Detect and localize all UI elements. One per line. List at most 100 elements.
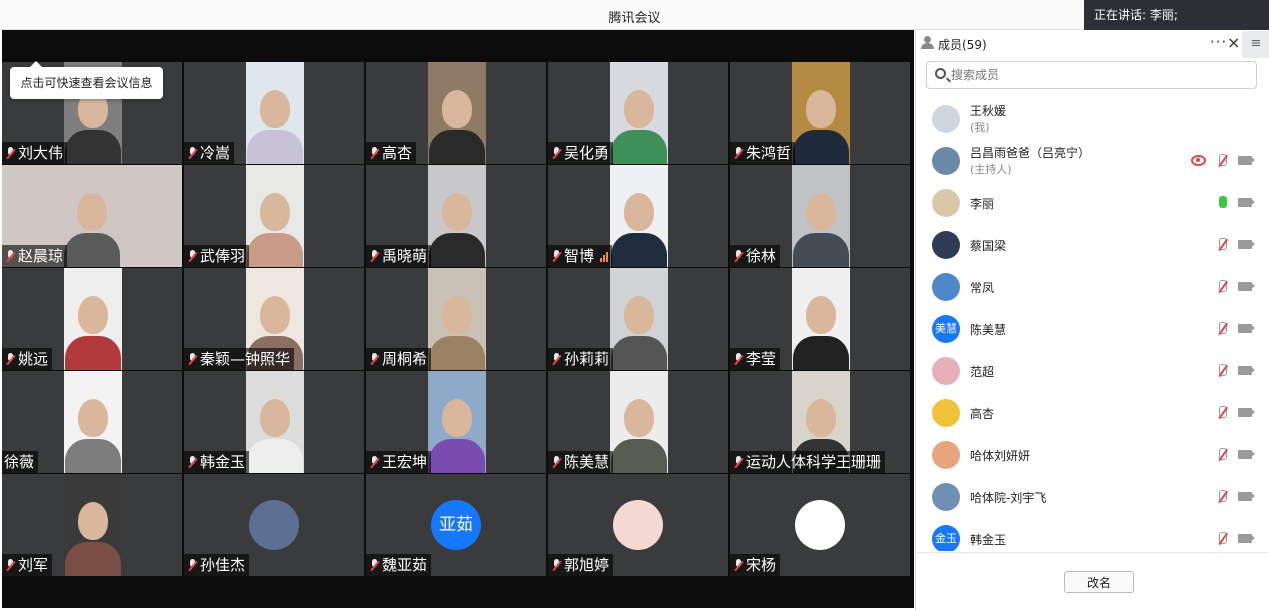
video-tile[interactable]: 亚茹 魏亚茹 <box>366 474 546 576</box>
video-tile[interactable]: 武俸羽 <box>184 165 364 267</box>
participant-name-label: 王宏坤 <box>366 451 432 473</box>
video-feed <box>792 165 850 267</box>
video-tile[interactable]: 王宏坤 <box>366 371 546 473</box>
avatar <box>249 500 299 550</box>
video-feed <box>246 62 304 164</box>
rename-button[interactable]: 改名 <box>1064 571 1134 593</box>
participant-face <box>806 193 836 231</box>
participant-name-label: 智博 <box>548 245 613 267</box>
video-tile[interactable]: 刘军 <box>2 474 182 576</box>
participant-face <box>78 296 108 334</box>
video-tile[interactable]: 孙莉莉 <box>548 268 728 370</box>
member-avatar <box>932 441 960 469</box>
member-name: 王秋媛 <box>970 104 1007 118</box>
video-tile[interactable]: 吴化勇 <box>548 62 728 164</box>
member-row[interactable]: 常凤 <box>916 266 1268 308</box>
video-tile[interactable]: 周桐希 <box>366 268 546 370</box>
member-row[interactable]: 范超 <box>916 350 1268 392</box>
video-feed <box>610 165 668 267</box>
camera-off-icon[interactable] <box>1238 492 1252 501</box>
mic-muted-icon[interactable] <box>1216 405 1228 421</box>
search-icon <box>935 68 946 79</box>
member-row[interactable]: 高杏 <box>916 392 1268 434</box>
mic-muted-icon <box>368 146 380 160</box>
camera-off-icon[interactable] <box>1238 366 1252 375</box>
participant-name-label: 武俸羽 <box>184 245 250 267</box>
video-tile[interactable]: 秦颖—钟照华 <box>184 268 364 370</box>
mic-muted-icon <box>732 558 744 572</box>
mic-muted-icon[interactable] <box>1216 237 1228 253</box>
meeting-info-tooltip[interactable]: 点击可快速查看会议信息 <box>10 61 163 99</box>
member-name: 常凤 <box>970 281 995 295</box>
member-row[interactable]: 蔡国梁 <box>916 224 1268 266</box>
member-row[interactable]: 王秋媛 (我) <box>916 98 1268 140</box>
video-tile[interactable]: 韩金玉 <box>184 371 364 473</box>
member-row[interactable]: 哈体院-刘宇飞 <box>916 476 1268 518</box>
video-tile[interactable]: 宋杨 <box>730 474 910 576</box>
mic-muted-icon <box>4 146 16 160</box>
camera-off-icon[interactable] <box>1238 324 1252 333</box>
video-tile[interactable]: 赵晨琼 <box>2 165 182 267</box>
close-icon[interactable]: × <box>1227 33 1240 52</box>
video-tile[interactable]: 徐薇 <box>2 371 182 473</box>
member-avatar <box>932 273 960 301</box>
video-tile[interactable]: 徐林 <box>730 165 910 267</box>
camera-off-icon[interactable] <box>1238 240 1252 249</box>
member-row[interactable]: 金玉 韩金玉 <box>916 518 1268 551</box>
camera-off-icon[interactable] <box>1238 534 1252 543</box>
video-tile[interactable]: 运动人体科学王珊珊 <box>730 371 910 473</box>
mic-muted-icon[interactable] <box>1216 279 1228 295</box>
member-row[interactable]: 美慧 陈美慧 <box>916 308 1268 350</box>
camera-off-icon[interactable] <box>1238 282 1252 291</box>
mic-muted-icon[interactable] <box>1216 363 1228 379</box>
member-row[interactable]: 吕昌雨爸爸（吕亮宁） (主持人) <box>916 140 1268 182</box>
member-avatar <box>932 189 960 217</box>
participant-silhouette <box>611 336 667 370</box>
mic-muted-icon <box>368 249 380 263</box>
video-tile[interactable]: 禹晓萌 <box>366 165 546 267</box>
participant-name: 吴化勇 <box>564 144 610 162</box>
participant-silhouette <box>793 336 849 370</box>
participant-silhouette <box>611 439 667 473</box>
camera-off-icon[interactable] <box>1238 408 1252 417</box>
search-box[interactable] <box>926 61 1257 89</box>
participant-name-label: 郭旭婷 <box>548 554 614 576</box>
participant-name: 禹晓萌 <box>382 247 428 265</box>
participant-silhouette <box>65 336 121 370</box>
member-row[interactable]: 李丽 <box>916 182 1268 224</box>
members-icon <box>921 36 934 49</box>
participant-name-label: 冷嵩 <box>184 142 235 164</box>
search-members-input[interactable] <box>951 66 1241 84</box>
video-tile[interactable]: 陈美慧 <box>548 371 728 473</box>
video-tile[interactable]: 郭旭婷 <box>548 474 728 576</box>
participant-silhouette <box>429 439 485 473</box>
video-tile[interactable]: 智博 <box>548 165 728 267</box>
member-role: (我) <box>970 121 990 134</box>
video-tile[interactable]: 孙佳杰 <box>184 474 364 576</box>
video-tile[interactable]: 朱鸿哲 <box>730 62 910 164</box>
title-bar: 腾讯会议 正在讲话: 李丽; <box>0 0 1269 30</box>
mic-muted-icon[interactable] <box>1216 153 1228 169</box>
menu-icon[interactable]: ≡ <box>1242 31 1269 58</box>
mic-muted-icon <box>4 249 16 263</box>
mic-muted-icon[interactable] <box>1216 531 1228 547</box>
camera-off-icon[interactable] <box>1238 156 1252 165</box>
eye-icon[interactable] <box>1191 155 1206 166</box>
member-avatar <box>932 231 960 259</box>
mic-muted-icon[interactable] <box>1216 321 1228 337</box>
mic-on-icon[interactable] <box>1216 195 1228 211</box>
camera-off-icon[interactable] <box>1238 450 1252 459</box>
participant-face <box>624 193 654 231</box>
video-tile[interactable]: 李莹 <box>730 268 910 370</box>
video-feed <box>428 371 486 473</box>
mic-muted-icon[interactable] <box>1216 447 1228 463</box>
member-row[interactable]: 哈体刘妍妍 <box>916 434 1268 476</box>
mic-muted-icon[interactable] <box>1216 489 1228 505</box>
speaking-indicator: 正在讲话: 李丽; <box>1084 0 1269 30</box>
video-tile[interactable]: 姚远 <box>2 268 182 370</box>
more-options-icon[interactable]: ··· <box>1210 33 1227 51</box>
participant-face <box>442 90 472 128</box>
video-tile[interactable]: 高杏 <box>366 62 546 164</box>
camera-off-icon[interactable] <box>1238 198 1252 207</box>
video-tile[interactable]: 冷嵩 <box>184 62 364 164</box>
